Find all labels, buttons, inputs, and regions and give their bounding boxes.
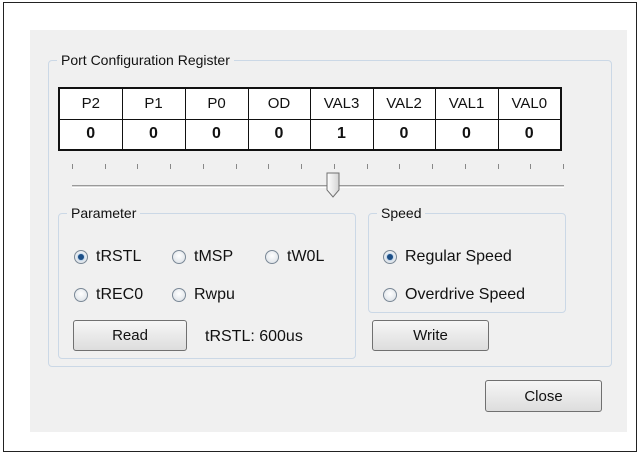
read-button[interactable]: Read bbox=[73, 320, 187, 351]
slider-tick bbox=[236, 164, 237, 169]
register-value-cell[interactable]: 0 bbox=[497, 118, 562, 151]
slider-ticks bbox=[72, 164, 564, 174]
register-value-cell[interactable]: 0 bbox=[372, 118, 436, 151]
radio-button-icon[interactable] bbox=[74, 250, 88, 264]
register-header-cell: VAL3 bbox=[309, 87, 374, 120]
write-button[interactable]: Write bbox=[372, 320, 489, 351]
slider-thumb[interactable] bbox=[325, 172, 341, 198]
register-value-cell[interactable]: 0 bbox=[184, 118, 249, 151]
radio-tw0l[interactable]: tW0L bbox=[265, 248, 324, 266]
radio-label[interactable]: Regular Speed bbox=[405, 248, 512, 266]
parameter-group-title: Parameter bbox=[67, 205, 141, 221]
register-header-cell: VAL1 bbox=[434, 87, 499, 120]
radio-label[interactable]: Rwpu bbox=[194, 286, 235, 304]
slider-tick bbox=[432, 164, 433, 169]
speed-group-title: Speed bbox=[377, 205, 426, 221]
radio-button-icon[interactable] bbox=[383, 288, 397, 302]
slider-tick bbox=[137, 164, 138, 169]
register-header-cell: VAL0 bbox=[497, 87, 562, 120]
register-value-cell[interactable]: 0 bbox=[58, 118, 123, 151]
register-header-cell: VAL2 bbox=[372, 87, 436, 120]
slider-tick bbox=[301, 164, 302, 169]
slider-tick bbox=[530, 164, 531, 169]
radio-button-icon[interactable] bbox=[265, 250, 279, 264]
register-value-row: 0 0 0 0 1 0 0 0 bbox=[58, 118, 562, 151]
slider-tick bbox=[399, 164, 400, 169]
radio-label[interactable]: tREC0 bbox=[96, 286, 143, 304]
register-value-cell[interactable]: 0 bbox=[121, 118, 186, 151]
register-value-cell[interactable]: 1 bbox=[309, 118, 374, 151]
slider-tick bbox=[105, 164, 106, 169]
register-header-cell: P2 bbox=[58, 87, 123, 120]
radio-rwpu[interactable]: Rwpu bbox=[172, 286, 235, 304]
close-button[interactable]: Close bbox=[485, 380, 602, 412]
slider-track[interactable] bbox=[72, 185, 564, 188]
slider-tick bbox=[72, 164, 73, 169]
radio-button-icon[interactable] bbox=[172, 250, 186, 264]
register-value-cell[interactable]: 0 bbox=[247, 118, 311, 151]
slider-tick bbox=[203, 164, 204, 169]
parameter-readout: tRSTL: 600us bbox=[205, 328, 303, 345]
slider-tick bbox=[268, 164, 269, 169]
slider-tick bbox=[498, 164, 499, 169]
slider-tick bbox=[170, 164, 171, 169]
radio-button-icon[interactable] bbox=[383, 250, 397, 264]
register-value-cell[interactable]: 0 bbox=[434, 118, 499, 151]
slider-tick bbox=[563, 164, 564, 169]
radio-label[interactable]: tW0L bbox=[287, 248, 324, 266]
radio-trstl[interactable]: tRSTL bbox=[74, 248, 141, 266]
radio-button-icon[interactable] bbox=[74, 288, 88, 302]
slider-tick bbox=[465, 164, 466, 169]
register-header-cell: OD bbox=[247, 87, 311, 120]
radio-tmsp[interactable]: tMSP bbox=[172, 248, 233, 266]
radio-trec0[interactable]: tREC0 bbox=[74, 286, 143, 304]
radio-label[interactable]: tRSTL bbox=[96, 248, 141, 266]
radio-label[interactable]: Overdrive Speed bbox=[405, 286, 525, 304]
radio-button-icon[interactable] bbox=[172, 288, 186, 302]
register-header-row: P2 P1 P0 OD VAL3 VAL2 VAL1 VAL0 bbox=[58, 87, 562, 120]
slider-tick bbox=[334, 164, 335, 169]
port-config-group-title: Port Configuration Register bbox=[57, 52, 234, 68]
radio-label[interactable]: tMSP bbox=[194, 248, 233, 266]
radio-overdrive-speed[interactable]: Overdrive Speed bbox=[383, 286, 525, 304]
register-header-cell: P0 bbox=[184, 87, 249, 120]
radio-regular-speed[interactable]: Regular Speed bbox=[383, 248, 512, 266]
slider-tick bbox=[367, 164, 368, 169]
register-table: P2 P1 P0 OD VAL3 VAL2 VAL1 VAL0 0 0 0 0 … bbox=[58, 87, 562, 151]
register-header-cell: P1 bbox=[121, 87, 186, 120]
